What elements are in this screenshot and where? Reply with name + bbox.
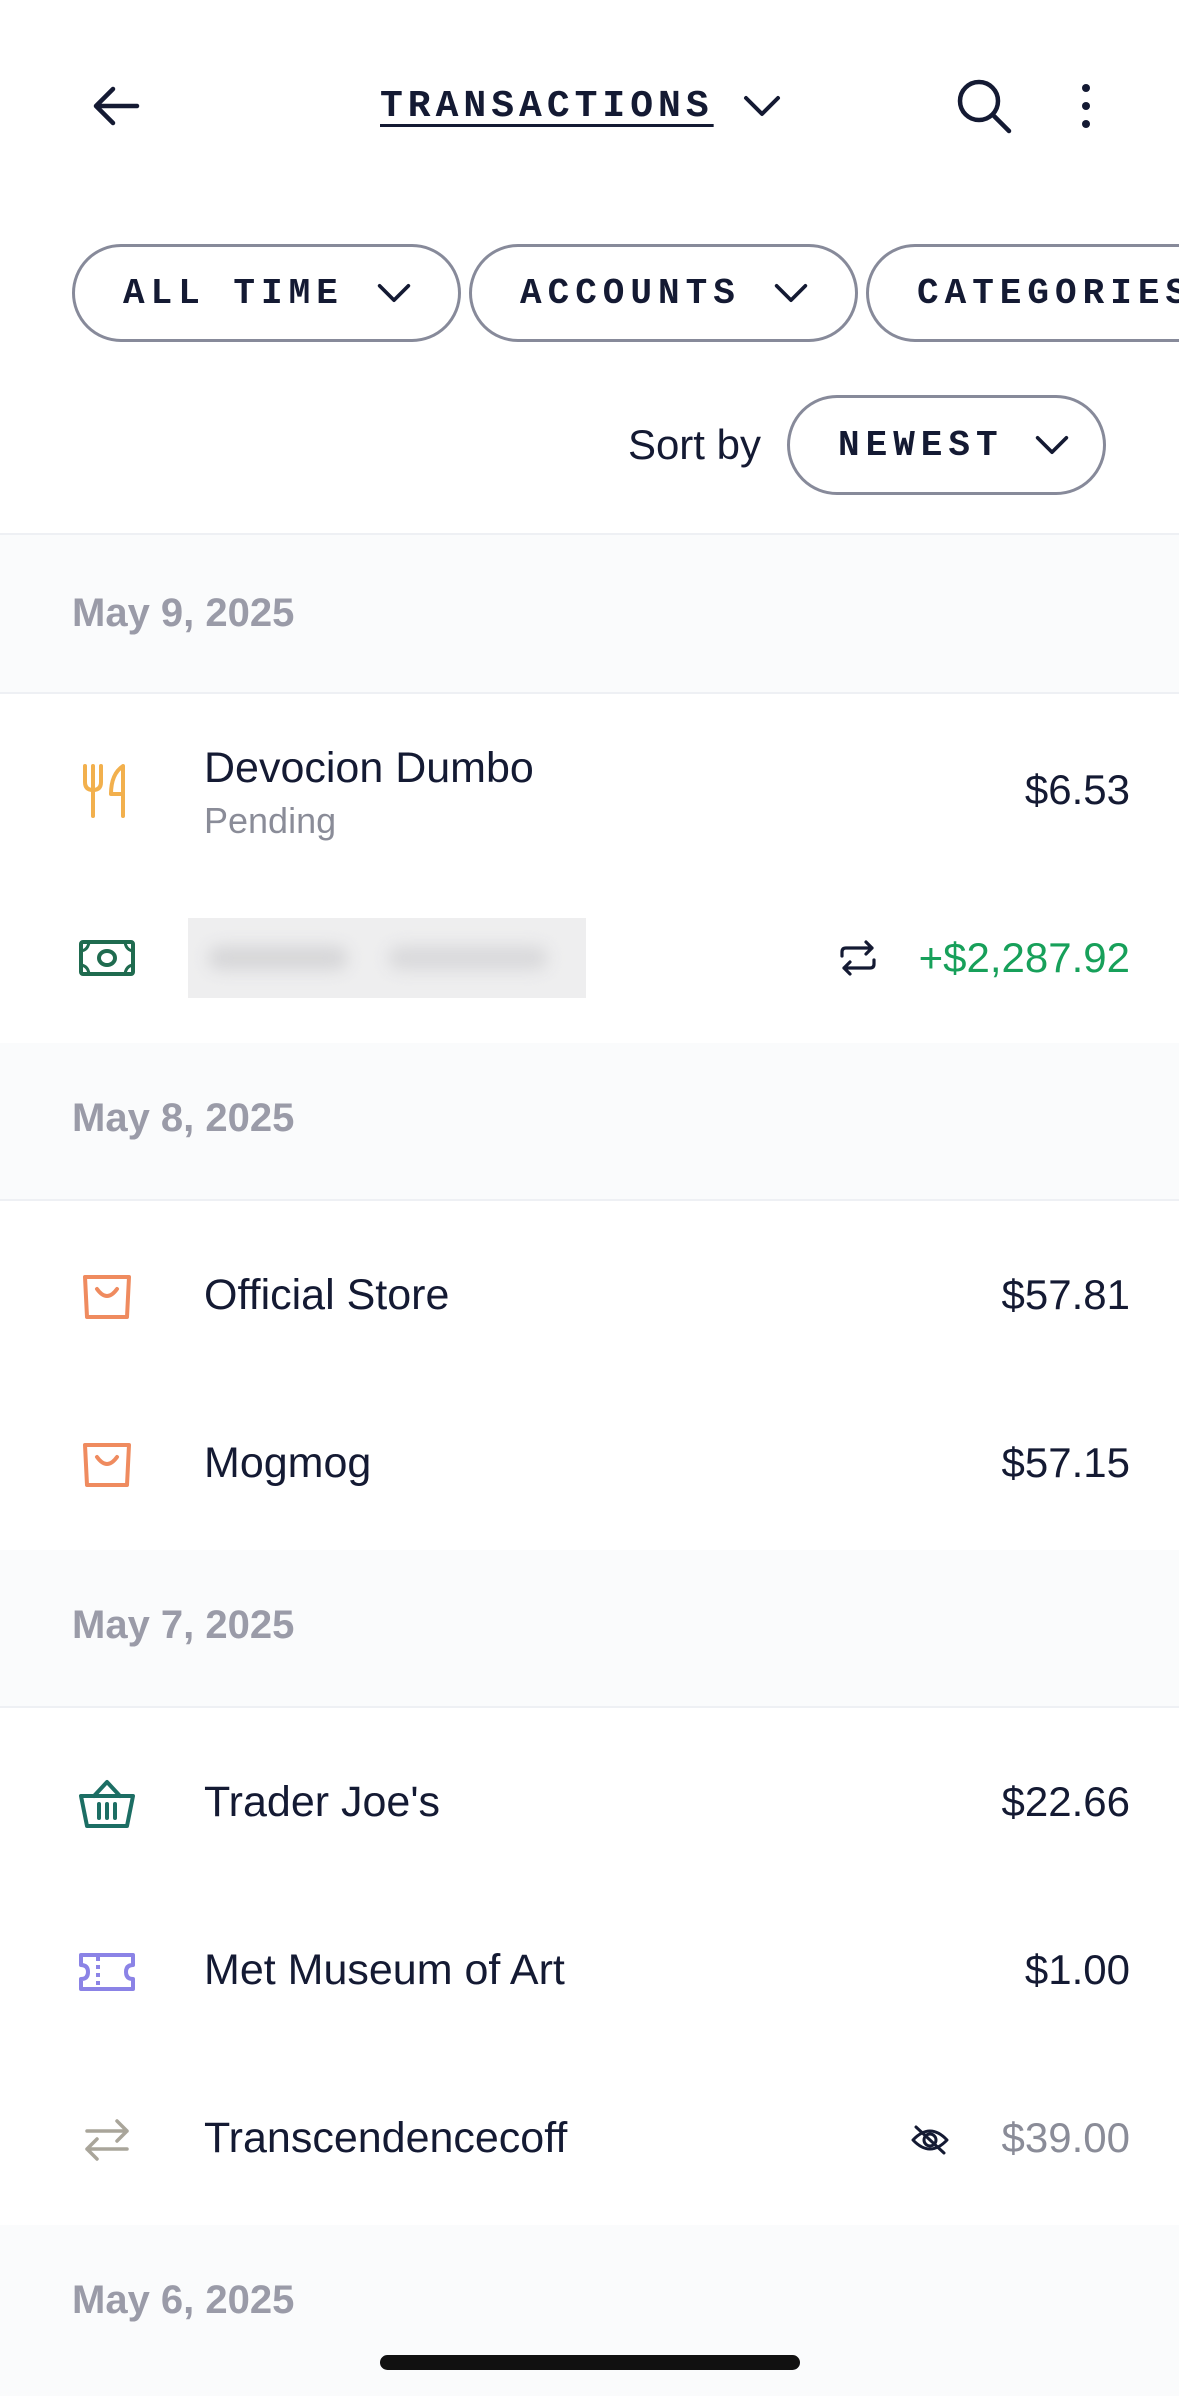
merchant-name: Met Museum of Art xyxy=(204,1946,565,1994)
recurring-icon-wrap xyxy=(834,934,882,982)
chevron-down-icon xyxy=(377,284,411,302)
filter-chip-accounts[interactable]: ACCOUNTS xyxy=(469,244,858,342)
transaction-row[interactable]: Trader Joe's $22.66 xyxy=(0,1720,1179,1888)
divider xyxy=(0,1199,1179,1201)
chevron-down-icon xyxy=(774,284,808,302)
eye-off-icon xyxy=(911,2125,949,2155)
divider xyxy=(0,1706,1179,1708)
pending-status: Pending xyxy=(204,800,337,841)
date-label: May 8, 2025 xyxy=(72,1096,295,1140)
transaction-row[interactable]: Devocion Dumbo Pending $6.53 xyxy=(0,706,1179,874)
sort-row: Sort by NEWEST xyxy=(0,395,1179,497)
date-label: May 6, 2025 xyxy=(72,2278,295,2322)
sort-value: NEWEST xyxy=(838,424,1004,466)
category-icon-wrap xyxy=(72,1937,142,2007)
merchant-name: Mogmog xyxy=(204,1439,372,1487)
category-icon-wrap xyxy=(72,923,142,993)
category-icon-wrap xyxy=(72,2105,142,2175)
search-button[interactable] xyxy=(948,70,1020,142)
transaction-row[interactable]: Met Museum of Art $1.00 xyxy=(0,1888,1179,2056)
filter-chip-label: ALL TIME xyxy=(123,272,344,314)
transaction-amount: $6.53 xyxy=(1024,766,1130,813)
category-icon-wrap xyxy=(72,1769,142,1839)
back-button[interactable] xyxy=(80,70,152,142)
ticket-icon xyxy=(79,1953,135,1991)
date-header: May 6, 2025 xyxy=(0,2225,1179,2396)
sort-label: Sort by xyxy=(627,421,761,468)
merchant-name: Devocion Dumbo xyxy=(204,744,534,792)
merchant-name: Transcendencecoff xyxy=(204,2114,568,2162)
transaction-amount: $22.66 xyxy=(1001,1778,1130,1825)
basket-icon xyxy=(79,1780,135,1828)
category-icon-wrap xyxy=(72,1430,142,1500)
category-icon-wrap xyxy=(72,755,142,825)
fork-knife-icon xyxy=(83,764,125,818)
filter-chip-categories[interactable]: CATEGORIES xyxy=(866,244,1179,342)
sort-dropdown[interactable]: NEWEST xyxy=(787,395,1106,495)
date-label: May 7, 2025 xyxy=(72,1603,295,1647)
filter-chip-label: ACCOUNTS xyxy=(520,272,741,314)
arrow-left-icon xyxy=(93,86,140,126)
date-header: May 7, 2025 xyxy=(0,1550,1179,1707)
shopping-bag-icon xyxy=(83,1443,131,1487)
transaction-amount: +$2,287.92 xyxy=(918,934,1130,981)
transfer-arrows-icon xyxy=(85,2119,129,2161)
date-header: May 8, 2025 xyxy=(0,1043,1179,1200)
more-vertical-icon xyxy=(1082,84,1090,128)
date-label: May 9, 2025 xyxy=(72,591,295,635)
category-icon-wrap xyxy=(72,1262,142,1332)
redacted-merchant-name xyxy=(188,918,586,998)
filter-chip-row: ALL TIME ACCOUNTS CATEGORIES xyxy=(0,244,1179,348)
page-title: TRANSACTIONS xyxy=(380,84,714,128)
filter-chip-label: CATEGORIES xyxy=(917,272,1179,314)
view-switcher[interactable]: TRANSACTIONS xyxy=(380,70,782,142)
chevron-down-icon xyxy=(743,96,780,116)
search-icon xyxy=(957,79,1012,134)
transaction-row[interactable]: Mogmog $57.15 xyxy=(0,1381,1179,1549)
filter-chip-time[interactable]: ALL TIME xyxy=(72,244,461,342)
shopping-bag-icon xyxy=(83,1275,131,1319)
home-indicator[interactable] xyxy=(380,2355,800,2370)
more-options-button[interactable] xyxy=(1050,70,1122,142)
recurring-icon xyxy=(840,940,876,976)
transaction-amount: $57.15 xyxy=(1001,1439,1130,1486)
hidden-icon-wrap xyxy=(906,2116,954,2164)
date-header: May 9, 2025 xyxy=(0,535,1179,692)
transaction-row[interactable]: +$2,287.92 xyxy=(0,874,1179,1042)
transaction-amount: $57.81 xyxy=(1001,1271,1130,1318)
top-app-bar: TRANSACTIONS xyxy=(0,0,1179,215)
transaction-amount: $1.00 xyxy=(1024,1946,1130,1993)
transaction-amount: $39.00 xyxy=(1001,2114,1130,2161)
merchant-name: Official Store xyxy=(204,1271,450,1319)
cash-icon xyxy=(79,940,135,976)
divider xyxy=(0,692,1179,694)
transaction-row[interactable]: Official Store $57.81 xyxy=(0,1213,1179,1381)
transaction-row[interactable]: Transcendencecoff $39.00 xyxy=(0,2056,1179,2224)
chevron-down-icon xyxy=(1035,436,1068,454)
merchant-name: Trader Joe's xyxy=(204,1778,441,1826)
